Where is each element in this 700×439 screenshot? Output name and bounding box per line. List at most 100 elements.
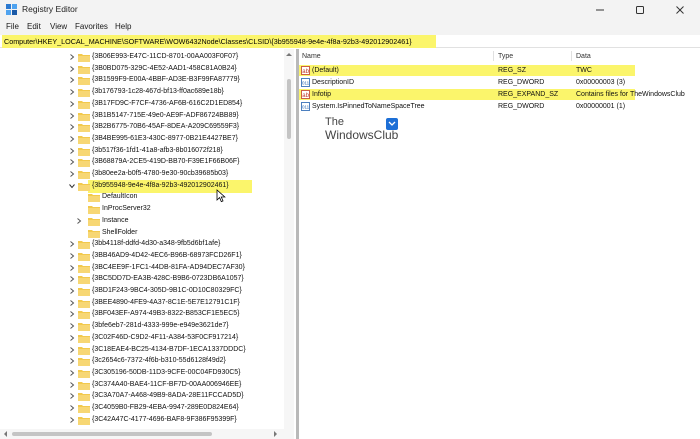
maximize-button[interactable] bbox=[620, 0, 660, 19]
tree-key-label[interactable]: {3C4059B0-FB29-4EBA-9947-289E0D824E64} bbox=[92, 404, 239, 411]
tree-key-label[interactable]: {3B2B6775-70B6-45AF-8DEA-A209C69559F3} bbox=[92, 123, 239, 130]
value-row[interactable]: 011 DescriptionID REG_DWORD 0x00000003 (3) bbox=[299, 77, 700, 88]
tree-child-key[interactable]: DefaultIcon bbox=[0, 192, 284, 203]
tree-key-label[interactable]: {3BC4EE9F-1FC1-44DB-81FA-AD94DEC7AF30} bbox=[92, 264, 245, 271]
column-separator[interactable] bbox=[493, 51, 494, 61]
chevron-right-icon[interactable] bbox=[69, 334, 75, 341]
chevron-right-icon[interactable] bbox=[69, 171, 75, 177]
tree-key-label[interactable]: DefaultIcon bbox=[102, 193, 137, 200]
menu-view[interactable]: View bbox=[50, 22, 67, 31]
chevron-right-icon[interactable] bbox=[69, 136, 75, 142]
tree-key-label[interactable]: {3b80ee2a-b0f5-4780-9e30-90cb39685b03} bbox=[92, 170, 228, 177]
tree-child-key[interactable]: ShellFolder bbox=[0, 228, 284, 239]
tree-key[interactable]: {3B68879A-2CE5-419D-BB70-F39E1F66B06F} bbox=[0, 157, 284, 168]
tree-key-label[interactable]: {3C42A47C-4177-4696-BAF8-9F386F95399F} bbox=[92, 416, 237, 423]
tree-key[interactable]: {3B1599F9-E00A-4BBF-AD3E-B3F99FA87779} bbox=[0, 75, 284, 86]
tree-key[interactable]: {3BF043EF-A974-49B3-8322-B853CF1E5EC5} bbox=[0, 309, 284, 320]
menu-edit[interactable]: Edit bbox=[27, 22, 41, 31]
tree-key[interactable]: {3C42A47C-4177-4696-BAF8-9F386F95399F} bbox=[0, 415, 284, 426]
tree-key[interactable]: {3BC5DD7D-EA3B-428C-B9B6-0723DB6A1057} bbox=[0, 274, 284, 285]
tree-key-label[interactable]: {3BEE4890-4FE9-4A37-8C1E-5E7E12791C1F} bbox=[92, 299, 240, 306]
close-button[interactable] bbox=[660, 0, 700, 19]
tree-key[interactable]: {3BD1F243-9BC4-305D-9B1C-0D10C80329FC} bbox=[0, 286, 284, 297]
tree-key-label[interactable]: {3B06E993-E47C-11CD-8701-00AA003F0F07} bbox=[92, 53, 238, 60]
tree-key[interactable]: {3c2654c6-7372-4f6b-b310-55d6128f49d2} bbox=[0, 356, 284, 367]
tree-key-label[interactable]: ShellFolder bbox=[102, 229, 137, 236]
menu-help[interactable]: Help bbox=[115, 22, 131, 31]
tree-key-label[interactable]: {3bfe6eb7-281d-4333-999e-e949e3621de7} bbox=[92, 322, 229, 329]
chevron-right-icon[interactable] bbox=[69, 416, 75, 423]
chevron-right-icon[interactable] bbox=[69, 393, 75, 400]
column-header-data[interactable]: Data bbox=[576, 53, 591, 60]
tree-key-label[interactable]: {3B4BE995-61E3-430C-8977-0B21E4427BE7} bbox=[92, 135, 238, 142]
chevron-right-icon[interactable] bbox=[69, 147, 75, 154]
tree-key-label[interactable]: {3B17FD9C-F7CF-4736-AF6B-616C2D1ED854} bbox=[92, 100, 242, 107]
tree-key[interactable]: {3BC4EE9F-1FC1-44DB-81FA-AD94DEC7AF30} bbox=[0, 263, 284, 274]
value-row[interactable]: ab Infotip REG_EXPAND_SZ Contains files for… bbox=[299, 89, 700, 100]
tree-vertical-scrollbar[interactable] bbox=[284, 49, 294, 439]
tree-key-label[interactable]: {3bb4118f-ddfd-4d30-a348-9fb5d6bf1afe} bbox=[92, 240, 220, 247]
tree-key[interactable]: {3B17FD9C-F7CF-4736-AF6B-616C2D1ED854} bbox=[0, 99, 284, 110]
tree-key[interactable]: {3C4059B0-FB29-4EBA-9947-289E0D824E64} bbox=[0, 403, 284, 414]
chevron-down-icon[interactable] bbox=[69, 183, 75, 189]
tree-key-label[interactable]: {3C374A40-BAE4-11CF-BF7D-00AA006946EE} bbox=[92, 381, 241, 388]
chevron-right-icon[interactable] bbox=[69, 124, 75, 131]
tree-key[interactable]: {3bb4118f-ddfd-4d30-a348-9fb5d6bf1afe} bbox=[0, 239, 284, 250]
tree-child-key[interactable]: Instance bbox=[0, 216, 284, 227]
scroll-right-icon[interactable] bbox=[272, 431, 278, 437]
chevron-right-icon[interactable] bbox=[69, 299, 75, 306]
tree-key[interactable]: {3bfe6eb7-281d-4333-999e-e949e3621de7} bbox=[0, 321, 284, 332]
chevron-right-icon[interactable] bbox=[69, 159, 75, 166]
tree-key[interactable]: {3C374A40-BAE4-11CF-BF7D-00AA006946EE} bbox=[0, 380, 284, 391]
tree-key-label[interactable]: {3B0BD075-329C-4E52-AAD1-458C81A0B24} bbox=[92, 65, 237, 72]
tree-key[interactable]: {3b80ee2a-b0f5-4780-9e30-90cb39685b03} bbox=[0, 169, 284, 180]
tree-key[interactable]: {3B06E993-E47C-11CD-8701-00AA003F0F07} bbox=[0, 52, 284, 63]
tree-key[interactable]: {3BEE4890-4FE9-4A37-8C1E-5E7E12791C1F} bbox=[0, 298, 284, 309]
tree-key-label[interactable]: {3b176793-1c28-467d-bf13-ff0ac689e18b} bbox=[92, 88, 224, 95]
tree-key-label[interactable]: {3BD1F243-9BC4-305D-9B1C-0D10C80329FC} bbox=[92, 287, 242, 294]
value-row[interactable]: 011 System.IsPinnedToNameSpaceTree REG_DWO… bbox=[299, 101, 700, 112]
chevron-right-icon[interactable] bbox=[69, 323, 75, 329]
tree-key[interactable]: {3B0BD075-329C-4E52-AAD1-458C81A0B24} bbox=[0, 64, 284, 75]
tree-key[interactable]: {3b176793-1c28-467d-bf13-ff0ac689e18b} bbox=[0, 87, 284, 98]
horizontal-scroll-thumb[interactable] bbox=[12, 432, 212, 436]
scroll-left-icon[interactable] bbox=[3, 431, 9, 437]
column-header-name[interactable]: Name bbox=[302, 53, 321, 60]
tree-child-key[interactable]: InProcServer32 bbox=[0, 204, 284, 215]
chevron-right-icon[interactable] bbox=[69, 346, 75, 353]
tree-key[interactable]: {3B1B5147-715E-49e0-AE9F-ADF86724BB89} bbox=[0, 111, 284, 122]
chevron-right-icon[interactable] bbox=[69, 100, 75, 107]
chevron-right-icon[interactable] bbox=[69, 405, 75, 411]
tree-key-label[interactable]: {3c2654c6-7372-4f6b-b310-55d6128f49d2} bbox=[92, 357, 226, 364]
chevron-right-icon[interactable] bbox=[69, 54, 75, 60]
tree-key[interactable]: {3b955948-9e4e-4f8a-92b3-492012902461} bbox=[0, 179, 284, 193]
vertical-scroll-thumb[interactable] bbox=[287, 79, 291, 139]
menu-file[interactable]: File bbox=[6, 22, 19, 31]
chevron-right-icon[interactable] bbox=[69, 358, 75, 365]
tree-key[interactable]: {3C02F46D-C9D2-4F11-A384-53F0CF917214} bbox=[0, 333, 284, 344]
chevron-right-icon[interactable] bbox=[69, 276, 75, 283]
tree-key[interactable]: {3BB46AD9-4D42-4EC6-B96B-68973FCD26F1} bbox=[0, 251, 284, 262]
tree-key-label[interactable]: {3B1B5147-715E-49e0-AE9F-ADF86724BB89} bbox=[92, 112, 239, 119]
tree-key[interactable]: {3b517f36-1fd1-41a8-afb3-8b016072f218} bbox=[0, 146, 284, 157]
address-path[interactable]: Computer\HKEY_LOCAL_MACHINE\SOFTWARE\WOW… bbox=[4, 37, 412, 46]
values-list[interactable]: Name Type Data ab (Default) REG_SZ TWC 011 De… bbox=[299, 49, 700, 439]
tree-key-label[interactable]: {3C18EAE4-BC25-4134-B7DF-1ECA1337DDDC} bbox=[92, 346, 246, 353]
minimize-button[interactable] bbox=[580, 0, 620, 19]
chevron-right-icon[interactable] bbox=[76, 217, 82, 224]
menu-favorites[interactable]: Favorites bbox=[75, 22, 108, 31]
chevron-right-icon[interactable] bbox=[69, 288, 75, 294]
tree-key-label[interactable]: {3B68879A-2CE5-419D-BB70-F39E1F66B06F} bbox=[92, 158, 239, 165]
tree-key[interactable]: {3C18EAE4-BC25-4134-B7DF-1ECA1337DDDC} bbox=[0, 345, 284, 356]
tree-key[interactable]: {3C3A70A7-A468-49B9-8ADA-28E11FCCAD5D} bbox=[0, 391, 284, 402]
value-row[interactable]: ab (Default) REG_SZ TWC bbox=[299, 65, 700, 76]
chevron-right-icon[interactable] bbox=[69, 311, 75, 318]
chevron-right-icon[interactable] bbox=[69, 89, 75, 95]
tree-key-label[interactable]: {3BC5DD7D-EA3B-428C-B9B6-0723DB6A1057} bbox=[92, 275, 244, 282]
tree-key-label[interactable]: {3b955948-9e4e-4f8a-92b3-492012902461} bbox=[92, 182, 229, 189]
tree-key-label[interactable]: {3BB46AD9-4D42-4EC6-B96B-68973FCD26F1} bbox=[92, 252, 242, 259]
tree-key-label[interactable]: {3C02F46D-C9D2-4F11-A384-53F0CF917214} bbox=[92, 334, 238, 341]
chevron-right-icon[interactable] bbox=[69, 241, 75, 248]
chevron-right-icon[interactable] bbox=[69, 264, 75, 271]
scroll-up-icon[interactable] bbox=[286, 52, 292, 58]
